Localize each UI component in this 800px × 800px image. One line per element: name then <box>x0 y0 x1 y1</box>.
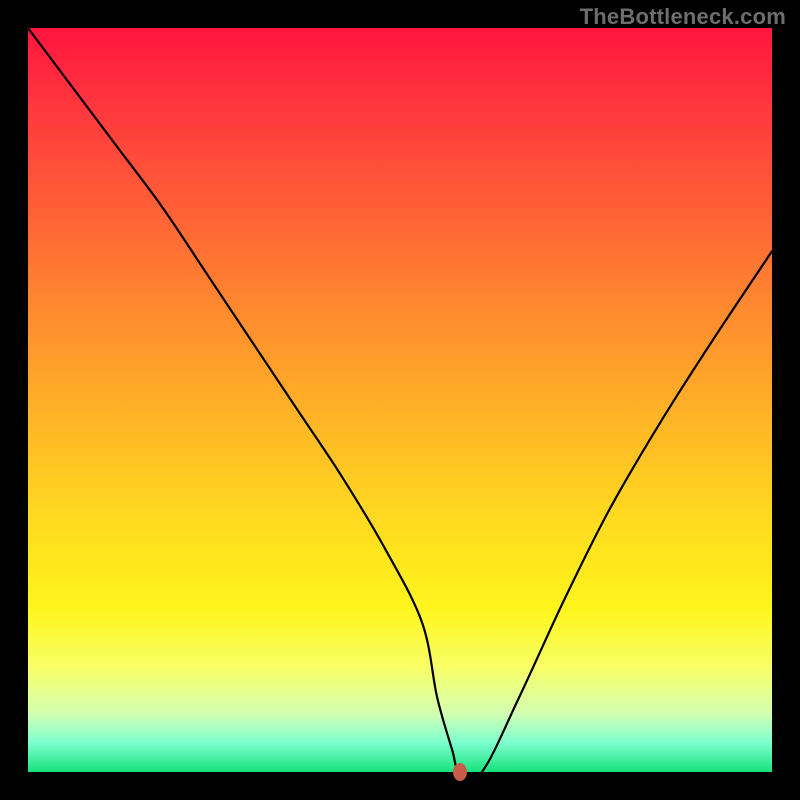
bottleneck-curve <box>28 28 772 772</box>
watermark-text: TheBottleneck.com <box>580 4 786 30</box>
plot-area <box>28 28 772 772</box>
optimal-point-marker <box>453 763 467 781</box>
chart-frame: TheBottleneck.com <box>0 0 800 800</box>
